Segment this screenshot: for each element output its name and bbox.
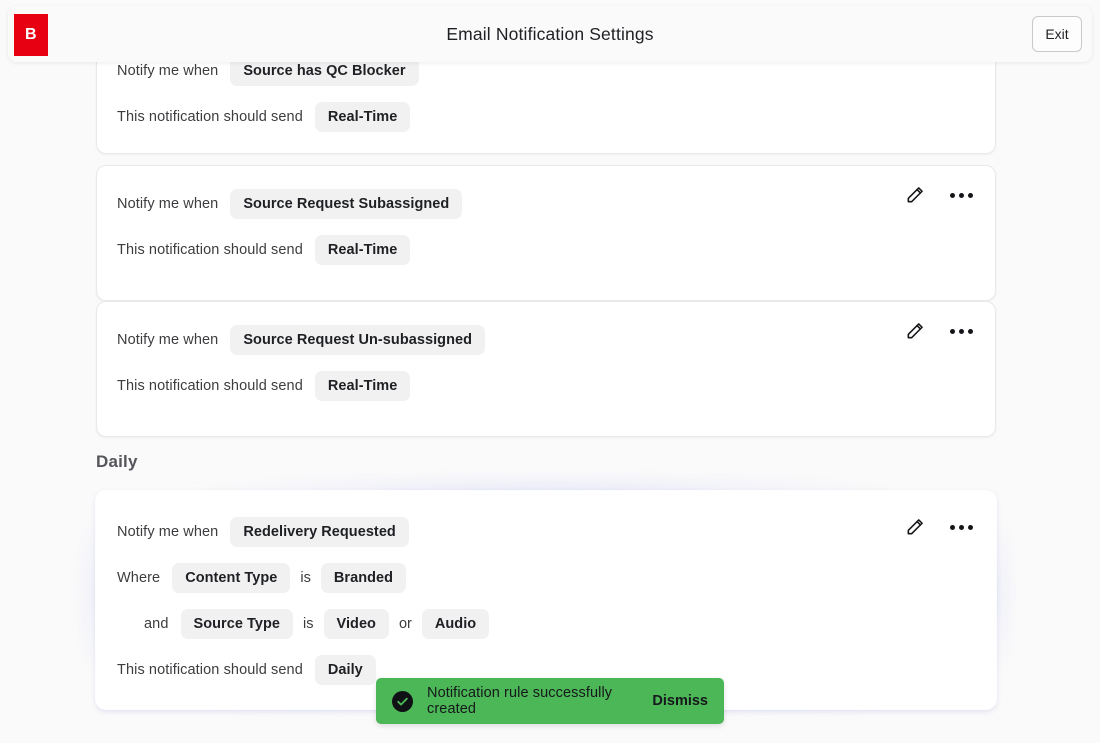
- section-title-daily: Daily: [96, 452, 138, 471]
- schedule-chip[interactable]: Real-Time: [314, 101, 411, 133]
- condition-operator-label: is: [303, 616, 314, 632]
- schedule-chip[interactable]: Real-Time: [314, 370, 411, 402]
- pencil-icon[interactable]: [904, 320, 926, 342]
- trigger-chip[interactable]: Source Request Un-subassigned: [230, 324, 485, 356]
- condition-value-chip[interactable]: Branded: [320, 562, 407, 594]
- condition-row: Where Content Type is Branded: [117, 562, 975, 594]
- pencil-icon[interactable]: [904, 184, 926, 206]
- more-horizontal-icon[interactable]: [948, 521, 975, 534]
- toast-dismiss-button[interactable]: Dismiss: [642, 693, 708, 709]
- notification-rule-card[interactable]: Notify me when Source Request Un-subassi…: [96, 301, 996, 437]
- condition-operator-label: is: [300, 570, 311, 586]
- condition-field-chip[interactable]: Content Type: [172, 562, 291, 594]
- page-title: Email Notification Settings: [446, 23, 654, 44]
- condition-row: and Source Type is Video or Audio: [117, 608, 975, 640]
- notification-rule-card[interactable]: Notify me when Source Request Subassigne…: [96, 165, 996, 301]
- notify-prefix-label: Notify me when: [117, 63, 219, 79]
- schedule-chip[interactable]: Real-Time: [314, 234, 411, 266]
- trigger-chip[interactable]: Redelivery Requested: [230, 516, 409, 548]
- toast-notification: Notification rule successfully created D…: [376, 678, 724, 724]
- condition-value-joiner-label: or: [398, 616, 412, 632]
- condition-field-chip[interactable]: Source Type: [180, 608, 294, 640]
- schedule-chip[interactable]: Daily: [314, 654, 376, 686]
- app-header: B Email Notification Settings Exit: [8, 6, 1092, 62]
- exit-button[interactable]: Exit: [1032, 16, 1082, 52]
- more-horizontal-icon[interactable]: [948, 325, 975, 338]
- send-prefix-label: This notification should send: [117, 109, 303, 125]
- notification-rule-card-highlighted[interactable]: Notify me when Redelivery Requested Wher…: [96, 491, 996, 709]
- pencil-icon[interactable]: [904, 516, 926, 538]
- more-horizontal-icon[interactable]: [948, 189, 975, 202]
- notify-prefix-label: Notify me when: [117, 524, 219, 540]
- condition-value-chip[interactable]: Video: [323, 608, 389, 640]
- notification-rule-card[interactable]: Notify me when Source has QC Blocker Thi…: [96, 43, 996, 154]
- send-prefix-label: This notification should send: [117, 378, 303, 394]
- condition-conjunction-label: Where: [117, 570, 161, 586]
- toast-message: Notification rule successfully created: [427, 685, 613, 717]
- check-circle-icon: [392, 690, 413, 712]
- condition-conjunction-label: and: [144, 616, 169, 632]
- notify-prefix-label: Notify me when: [117, 196, 219, 212]
- trigger-chip[interactable]: Source Request Subassigned: [230, 188, 463, 220]
- notify-prefix-label: Notify me when: [117, 332, 219, 348]
- send-prefix-label: This notification should send: [117, 242, 303, 258]
- app-root: Notify me when Source has QC Blocker Thi…: [0, 0, 1100, 743]
- settings-scroll-area[interactable]: Notify me when Source has QC Blocker Thi…: [0, 0, 1100, 743]
- send-prefix-label: This notification should send: [117, 662, 303, 678]
- condition-value-chip[interactable]: Audio: [421, 608, 490, 640]
